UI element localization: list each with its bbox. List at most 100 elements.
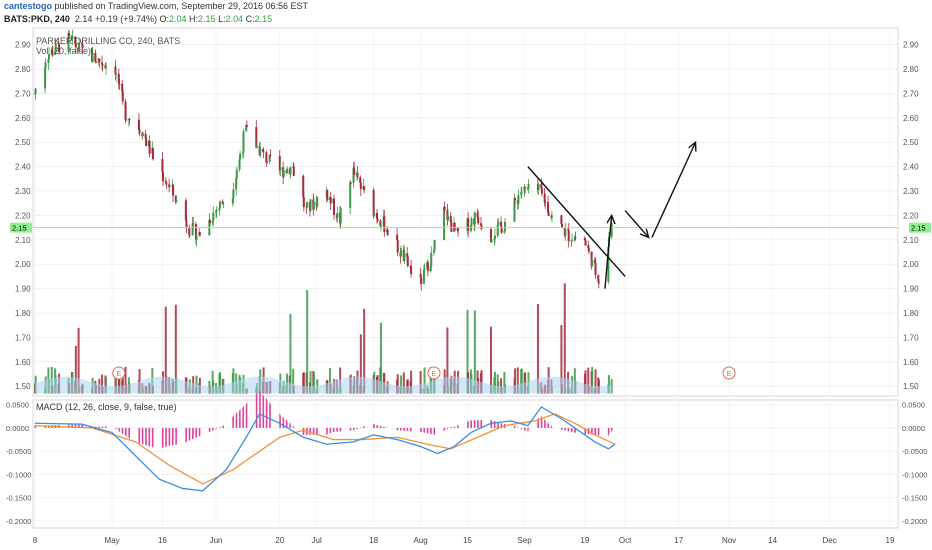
price-tick-label-right: 1.50 bbox=[903, 382, 919, 391]
price-tick-label-right: 2.60 bbox=[903, 114, 919, 123]
price-tick-label-right: 2.40 bbox=[903, 163, 919, 172]
candle-body bbox=[188, 234, 191, 236]
macd-tick-label-left: 0.0500 bbox=[6, 401, 29, 410]
candle-body bbox=[326, 190, 329, 201]
candle-body bbox=[473, 212, 476, 225]
time-tick-label: 17 bbox=[674, 536, 683, 545]
candle-body bbox=[550, 215, 553, 218]
time-tick-label: 16 bbox=[158, 536, 167, 545]
candle-body bbox=[504, 221, 507, 231]
time-tick-label: Oct bbox=[619, 536, 632, 545]
price-tick-label-right: 2.30 bbox=[903, 187, 919, 196]
candle-body bbox=[235, 169, 238, 179]
price-tick-label-right: 1.90 bbox=[903, 285, 919, 294]
candle-body bbox=[105, 66, 108, 69]
time-tick-label: 20 bbox=[275, 536, 284, 545]
candle-body bbox=[286, 168, 289, 173]
candle-body bbox=[410, 266, 413, 275]
macd-tick-label-left: 0.0000 bbox=[6, 424, 29, 433]
candle-body bbox=[115, 73, 118, 75]
candle-body bbox=[101, 64, 104, 66]
macd-tick-label-right: -0.2000 bbox=[902, 517, 927, 526]
earnings-marker-label: E bbox=[432, 371, 437, 378]
candle-body bbox=[195, 235, 198, 240]
candle-body bbox=[584, 240, 587, 246]
candle-body bbox=[302, 197, 305, 208]
candle-body bbox=[188, 228, 191, 235]
price-tick-label-left: 2.80 bbox=[15, 65, 31, 74]
candle-body bbox=[349, 182, 352, 208]
candle-body bbox=[222, 203, 225, 205]
candle-body bbox=[306, 201, 309, 208]
candle-body bbox=[208, 219, 211, 224]
price-tick-label-left: 1.70 bbox=[15, 333, 31, 342]
candle-body bbox=[587, 247, 590, 252]
candle-body bbox=[148, 140, 151, 154]
candle-body bbox=[453, 222, 456, 231]
candle-body bbox=[165, 182, 168, 185]
candle-body bbox=[547, 212, 550, 216]
price-tick-label-left: 2.50 bbox=[15, 138, 31, 147]
candle-body bbox=[339, 207, 342, 224]
candle-body bbox=[514, 198, 517, 201]
candle-body bbox=[363, 186, 366, 191]
candle-body bbox=[403, 253, 406, 261]
candle-body bbox=[198, 232, 201, 236]
candle-body bbox=[547, 202, 549, 213]
candle-body bbox=[238, 159, 241, 170]
candle-body bbox=[336, 212, 339, 218]
candle-body bbox=[289, 167, 292, 175]
chart-canvas[interactable]: E E E 2.90 2.90 2.80 2.80 2.70 2.70 2.60 2.60 2.50… bbox=[0, 0, 932, 550]
time-tick-label: Nov bbox=[722, 536, 736, 545]
candle-body bbox=[591, 259, 594, 267]
price-tick-label-right: 2.50 bbox=[903, 138, 919, 147]
candle-body bbox=[457, 228, 460, 231]
axes: 2.90 2.90 2.80 2.80 2.70 2.70 2.60 2.60 2.50 2.50… bbox=[6, 41, 931, 545]
candle-body bbox=[349, 182, 352, 184]
candle-body bbox=[400, 249, 403, 257]
candle-body bbox=[239, 153, 242, 160]
candle-body bbox=[44, 63, 47, 68]
macd-tick-label-right: 0.0000 bbox=[902, 424, 925, 433]
candle-body bbox=[232, 189, 235, 199]
candle-body bbox=[242, 131, 245, 153]
candle-body bbox=[383, 216, 386, 232]
candle-body bbox=[524, 186, 527, 188]
candle-body bbox=[309, 199, 312, 211]
price-tick-label-left: 1.60 bbox=[15, 358, 31, 367]
candle-body bbox=[269, 154, 272, 156]
candle-body bbox=[125, 119, 128, 121]
candle-body bbox=[175, 200, 178, 203]
price-tick-label-left: 2.30 bbox=[15, 187, 31, 196]
time-tick-label: Aug bbox=[413, 536, 427, 545]
candle-body bbox=[98, 58, 101, 63]
earnings-marker-label: E bbox=[116, 371, 121, 378]
candle-body bbox=[245, 125, 248, 128]
time-tick-label: Sep bbox=[517, 536, 532, 545]
time-tick-label: Dec bbox=[823, 536, 837, 545]
candle-body bbox=[433, 250, 435, 253]
candle-body bbox=[219, 201, 222, 208]
candle-body bbox=[493, 235, 496, 239]
drawings[interactable]: EEE bbox=[112, 142, 736, 380]
candle-body bbox=[540, 188, 543, 194]
price-tick-label-right: 2.80 bbox=[903, 65, 919, 74]
candle-body bbox=[527, 183, 530, 190]
candle-body bbox=[520, 191, 523, 193]
candle-body bbox=[574, 236, 577, 239]
candle-body bbox=[426, 261, 429, 272]
price-tick-label-left: 2.90 bbox=[15, 41, 31, 50]
candle-body bbox=[91, 52, 94, 62]
price-tick-label-left: 1.50 bbox=[15, 382, 31, 391]
candle-body bbox=[121, 91, 124, 102]
candle-body bbox=[353, 167, 356, 175]
candle-body bbox=[396, 240, 399, 253]
candle-body bbox=[447, 216, 450, 221]
candle-body bbox=[480, 225, 483, 230]
candle-body bbox=[282, 170, 285, 177]
candle-body bbox=[423, 267, 426, 270]
grid bbox=[32, 27, 899, 529]
macd-tick-label-right: -0.1500 bbox=[902, 494, 927, 503]
candle-body bbox=[430, 252, 433, 267]
time-tick-label: 14 bbox=[768, 536, 777, 545]
